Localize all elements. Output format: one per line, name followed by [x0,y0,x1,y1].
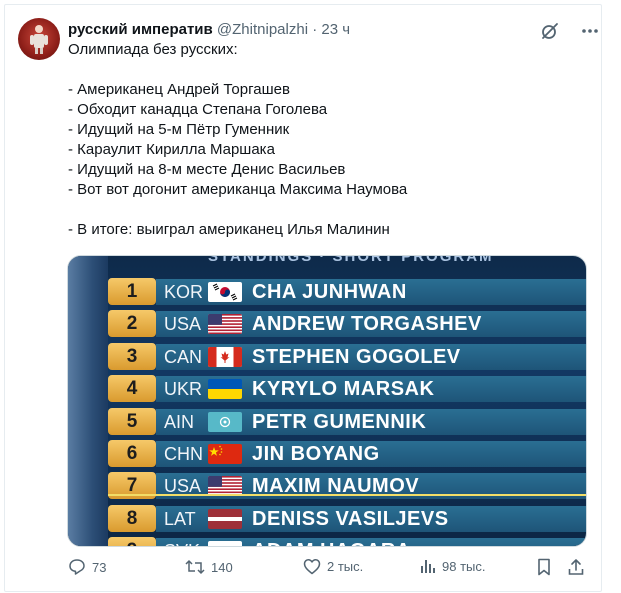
nation-code: SVK [164,539,200,546]
rank-badge: 9 [108,537,156,546]
text-line [68,60,578,80]
tweet-actions: 73 140 2 тыс. 98 тыс. [68,558,588,580]
author-handle[interactable]: @Zhitnipalzhi [217,21,308,38]
rank-badge: 3 [108,342,156,370]
text-line: - Обходит канадца Степана Гоголева [68,101,328,118]
lat-flag-icon [208,508,242,529]
grok-icon[interactable] [541,22,559,40]
avatar-figure-icon [30,25,48,54]
reply-count: 73 [92,559,107,575]
like-button[interactable]: 2 тыс. [303,558,363,575]
ukr-flag-icon [208,379,242,400]
heart-icon [303,559,321,575]
bookmark-button[interactable] [537,558,551,576]
tweet-time[interactable]: 23 ч [321,21,350,38]
standings-row: 6 CHN JIN BOYANG [108,440,586,468]
nation-code: CHN [164,444,203,464]
author-avatar[interactable] [18,18,60,60]
retweet-button[interactable]: 140 [185,558,233,576]
author-name[interactable]: русский императив [68,21,213,38]
image-left-backdrop [68,256,108,546]
text-line: - Идущий на 5-м Пётр Гуменник [68,121,290,138]
text-line [68,200,578,220]
nation-code: LAT [164,508,196,529]
bookmark-icon [538,558,550,576]
rank-badge: 1 [108,278,156,305]
athlete-name: ADAM HAGARA [252,538,411,546]
header-separator: · [312,21,318,38]
standings-row: 1 KOR CHA JUNHWAN [108,278,586,306]
rank-badge: 5 [108,407,156,435]
text-line: Олимпиада без русских: [68,41,238,58]
reply-icon [69,559,85,575]
rank-badge: 2 [108,310,156,338]
text-line: - Караулит Кирилла Маршака [68,141,275,158]
views-icon [421,560,435,573]
ain-flag-icon [208,411,242,432]
text-line: - Вот вот догонит американца Максима Нау… [68,181,408,198]
rank-badge: 8 [108,504,156,532]
reply-button[interactable]: 73 [68,558,106,576]
can-flag-icon [208,346,242,367]
views-count: 98 тыс. [442,558,486,574]
athlete-name: CHA JUNHWAN [252,281,407,303]
rank-badge: 6 [108,440,156,467]
text-line: - Американец Андрей Торгашев [68,81,290,98]
tweet-text: Олимпиада без русских: - Американец Андр… [68,40,578,240]
athlete-name: STEPHEN GOGOLEV [252,345,461,368]
retweet-icon [185,559,205,575]
athlete-name: PETR GUMENNIK [252,410,427,433]
athlete-name: DENISS VASILJEVS [252,507,449,530]
image-title-fragment: STANDINGS · SHORT PROGRAM [208,255,494,265]
nation-code: CAN [164,346,203,367]
athlete-name: KYRYLO MARSAK [252,378,435,401]
nation-code: KOR [164,282,204,302]
tweet-header: русский императив @Zhitnipalzhi · 23 ч [68,20,350,40]
views-button[interactable]: 98 тыс. [420,558,485,574]
nation-code: UKR [164,379,203,400]
text-line: - Идущий на 8-м месте Денис Васильев [68,161,346,178]
retweet-count: 140 [211,559,233,575]
nation-code: AIN [164,411,195,432]
standings-row: 4 UKR KYRYLO MARSAK [108,375,586,403]
standings-row: 8 LAT DENISS VASILJEVS [108,504,586,533]
share-button[interactable] [568,558,584,576]
like-count: 2 тыс. [327,559,364,574]
nation-code: USA [164,314,202,335]
text-line: - В итоге: выиграл американец Илья Малин… [68,221,390,238]
more-options-icon[interactable] [581,28,599,34]
chn-flag-icon [208,444,242,464]
standings-row: 3 CAN STEPHEN GOGOLEV [108,342,586,371]
rank-badge: 4 [108,375,156,403]
usa-flag-icon [208,314,242,335]
share-icon [568,559,584,575]
standings-row: 5 AIN PETR GUMENNIK [108,407,586,436]
athlete-name: ANDREW TORGASHEV [252,313,482,336]
standings-row: 2 USA ANDREW TORGASHEV [108,310,586,338]
standings-row: 9 SVK ADAM HAGARA [108,537,586,546]
svk-flag-icon [208,541,242,546]
kor-flag-icon [208,282,242,302]
image-overlay-stripe [108,494,586,496]
athlete-name: JIN BOYANG [252,443,380,465]
standings-row: 7 USA MAXIM NAUMOV [108,472,586,500]
tweet-image[interactable]: STANDINGS · SHORT PROGRAM 1 KOR CHA JUNHWA… [67,255,587,547]
header-actions [541,22,599,40]
